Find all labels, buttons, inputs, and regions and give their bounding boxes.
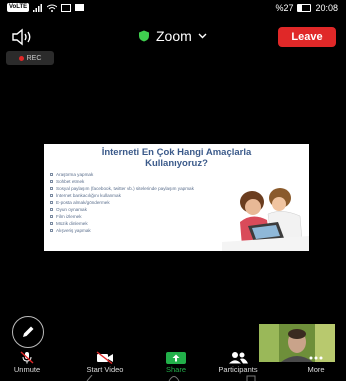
speaker-icon	[12, 28, 31, 46]
slide-title: İnterneti En Çok Hangi Amaçlarla Kullanı…	[44, 147, 309, 169]
arrow-up-icon	[172, 354, 180, 361]
clock: 20:08	[315, 3, 338, 13]
children-laptop-photo	[222, 182, 309, 251]
bullet-icon	[50, 201, 53, 204]
network-badge: VoLTE	[7, 3, 30, 12]
shield-icon	[139, 30, 149, 42]
list-item-text: Müzik dinlemek	[56, 221, 88, 226]
speaker-button[interactable]	[10, 27, 36, 47]
meeting-title-dropdown[interactable]: Zoom	[138, 28, 207, 44]
video-off-icon	[96, 351, 113, 364]
leave-button[interactable]: Leave	[278, 27, 336, 47]
bullet-icon	[50, 229, 53, 232]
battery-percent: %27	[275, 3, 294, 13]
message-icon	[75, 4, 85, 11]
bullet-icon	[50, 187, 53, 190]
share-button[interactable]: Share	[160, 351, 192, 375]
bullet-icon	[50, 180, 53, 183]
list-item: Araştırma yapmak	[50, 171, 270, 178]
participants-label: Participants	[218, 365, 258, 374]
meeting-toolbar: Unmute Start Video Share Participants Mo…	[0, 351, 346, 375]
chevron-down-icon	[198, 33, 207, 39]
bullet-icon	[50, 194, 53, 197]
list-item-text: Alışveriş yapmak	[56, 228, 91, 233]
bullet-icon	[50, 208, 53, 211]
list-item-text: İnternet bankacılığını kullanmak	[56, 193, 121, 198]
recent-apps-icon[interactable]	[246, 375, 256, 381]
annotate-button[interactable]	[12, 316, 44, 348]
back-icon[interactable]	[86, 375, 94, 381]
more-dots-icon	[309, 356, 323, 360]
start-video-button[interactable]: Start Video	[80, 351, 130, 375]
bullet-icon	[50, 222, 53, 225]
status-bar: VoLTE %27 20:08	[0, 0, 346, 18]
more-label: More	[307, 365, 325, 374]
slide-title-line-2: Kullanıyoruz?	[145, 158, 208, 169]
unmute-button[interactable]: Unmute	[8, 351, 46, 375]
signal-icon	[33, 3, 43, 12]
muted-microphone-icon	[20, 351, 34, 364]
list-item-text: E-posta almak/göndermek	[56, 200, 110, 205]
list-item-text: Oyun oynamak	[56, 207, 87, 212]
list-item-text: Sosyal paylaşım (facebook, twitter vb.) …	[56, 186, 194, 191]
more-button[interactable]: More	[298, 351, 334, 375]
system-nav-bar	[0, 375, 346, 381]
bullet-icon	[50, 173, 53, 176]
shared-screen: İnterneti En Çok Hangi Amaçlarla Kullanı…	[44, 144, 309, 251]
wifi-icon	[47, 4, 58, 12]
list-item-text: Sohbet etmek	[56, 179, 85, 184]
status-right: %27 20:08	[275, 3, 338, 13]
recording-dot-icon	[18, 55, 24, 61]
unmute-label: Unmute	[13, 365, 41, 374]
participants-icon	[229, 352, 248, 364]
start-video-label: Start Video	[86, 365, 124, 374]
home-icon[interactable]	[168, 375, 180, 381]
bullet-icon	[50, 215, 53, 218]
recording-label: REC	[26, 54, 42, 62]
battery-icon	[297, 4, 312, 12]
list-item-text: Araştırma yapmak	[56, 172, 94, 177]
list-item-text: Film izlemek	[56, 214, 82, 219]
share-screen-icon	[166, 351, 186, 364]
meeting-title: Zoom	[156, 28, 192, 44]
status-left: VoLTE	[7, 3, 85, 12]
participants-button[interactable]: Participants	[208, 351, 268, 375]
slide-title-line-1: İnterneti En Çok Hangi Amaçlarla	[101, 147, 252, 158]
share-label: Share	[165, 365, 186, 374]
recording-badge: REC	[6, 51, 54, 65]
pencil-icon	[23, 326, 34, 337]
hd-icon	[61, 3, 72, 12]
